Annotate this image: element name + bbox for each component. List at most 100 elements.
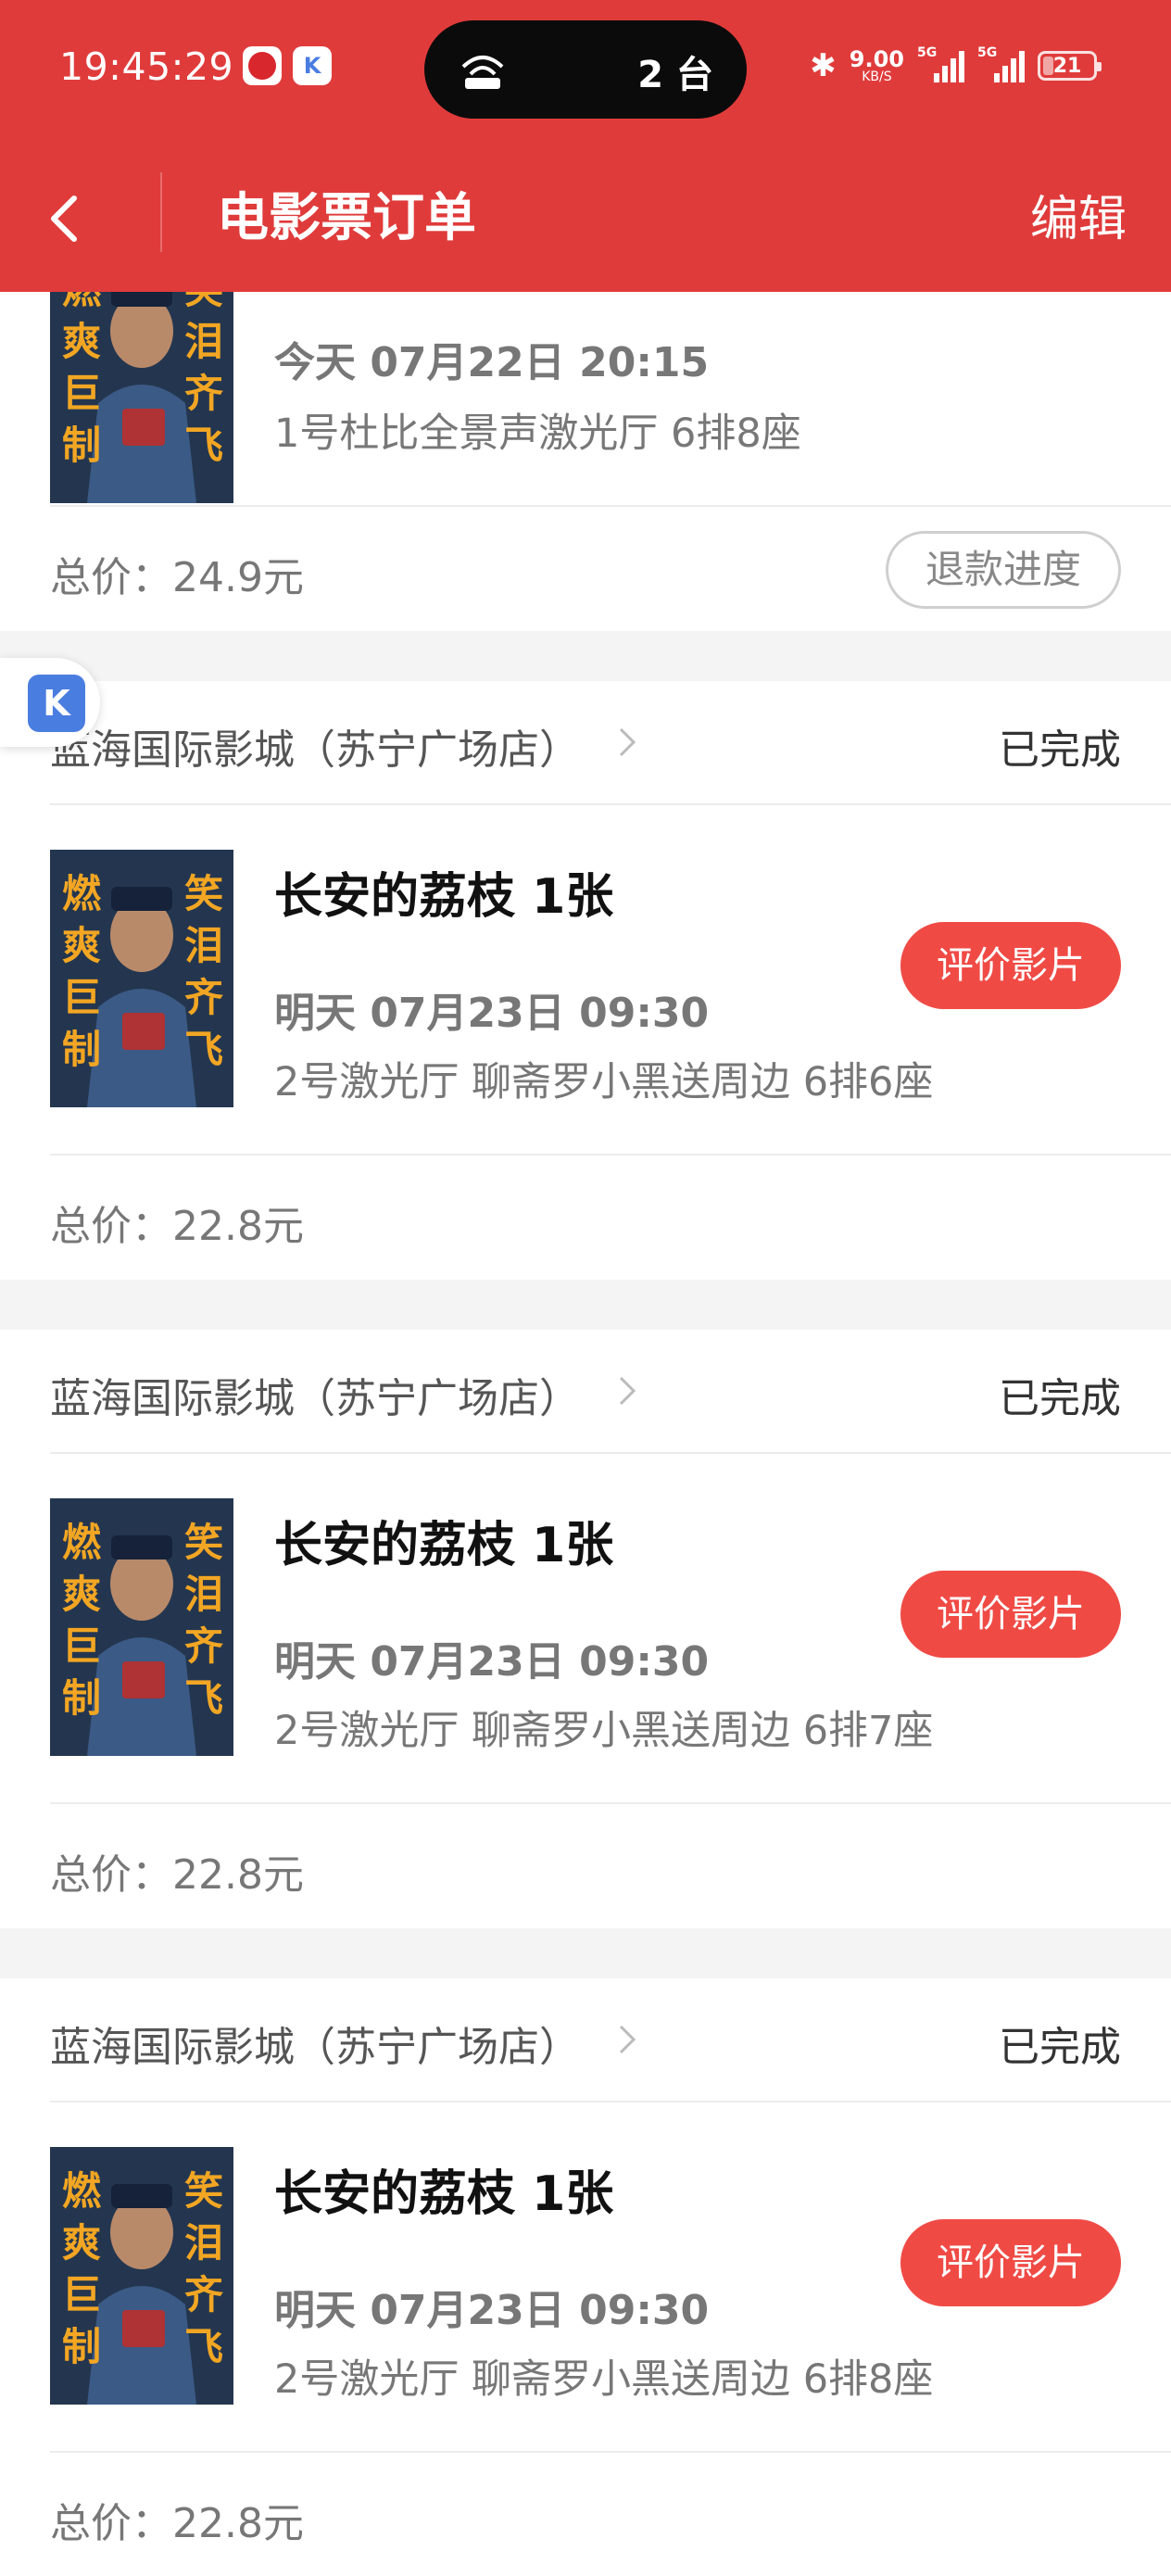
movie-title: 长安的荔枝 1张 — [274, 2166, 614, 2222]
k-app-icon — [293, 46, 332, 85]
poster-slogan-char: 巨 — [62, 975, 101, 1020]
total-row: 总价：22.8元 — [0, 1804, 1171, 1928]
movie-poster: 燃爽巨制 笑泪齐飞 — [50, 292, 233, 503]
status-bar: 19:45:29 2 台 ✱ 9.00 KB/S 5G 5G — [0, 0, 1171, 139]
order-card[interactable]: 燃爽巨制 笑泪齐飞 今天 07月22日 20:15 1号杜比全景声激光厅 6排8座… — [0, 292, 1171, 631]
back-arrow-icon[interactable] — [33, 176, 98, 259]
order-card[interactable]: 蓝海国际影城（苏宁广场店） 已完成 燃爽巨制 笑泪齐飞 长安的荔枝 1张 明天 0… — [0, 1978, 1171, 2576]
order-status: 已完成 — [999, 726, 1121, 774]
poster-slogan-char: 飞 — [184, 423, 223, 468]
poster-slogan-char: 笑 — [184, 2168, 223, 2214]
cinema-row[interactable]: 蓝海国际影城（苏宁广场店） 已完成 — [50, 681, 1171, 805]
movie-poster: 燃爽巨制 笑泪齐飞 — [50, 2147, 233, 2405]
review-movie-button[interactable]: 评价影片 — [900, 922, 1121, 1009]
poster-slogan-char: 燃 — [62, 2168, 102, 2214]
total-price: 总价：22.8元 — [50, 2500, 304, 2547]
movie-row[interactable]: 燃爽巨制 笑泪齐飞 长安的荔枝 1张 明天 07月23日 09:30 2号激光厅 … — [50, 2102, 1171, 2453]
poster-art: 燃爽巨制 笑泪齐飞 — [50, 292, 233, 503]
movie-row[interactable]: 燃爽巨制 笑泪齐飞 长安的荔枝 1张 明天 07月23日 09:30 2号激光厅 … — [50, 805, 1171, 1155]
total-price: 总价：22.8元 — [50, 1851, 304, 1899]
show-time: 今天 07月22日 20:15 — [274, 339, 710, 386]
poster-slogan-char: 泪 — [184, 923, 223, 968]
poster-slogan-char: 制 — [62, 423, 101, 468]
poster-slogan-char: 燃 — [62, 292, 102, 312]
battery-level: 21 — [1052, 54, 1082, 78]
poster-slogan-char: 笑 — [184, 1520, 223, 1565]
nav-bar: 电影票订单 编辑 — [0, 139, 1171, 292]
poster-slogan-char: 巨 — [62, 371, 101, 416]
poster-art: 燃爽巨制 笑泪齐飞 — [50, 850, 233, 1107]
order-status: 已完成 — [999, 2024, 1121, 2071]
review-movie-button[interactable]: 评价影片 — [900, 1571, 1121, 1658]
poster-art: 燃爽巨制 笑泪齐飞 — [50, 1498, 233, 1756]
cinema-name: 蓝海国际影城（苏宁广场店） — [50, 726, 580, 774]
movie-poster: 燃爽巨制 笑泪齐飞 — [50, 850, 233, 1107]
k-app-icon: K — [28, 675, 85, 732]
hall-seat: 1号杜比全景声激光厅 6排8座 — [274, 410, 801, 457]
poster-slogan-char: 泪 — [184, 2220, 223, 2266]
order-card[interactable]: 蓝海国际影城（苏宁广场店） 已完成 燃爽巨制 笑泪齐飞 长安的荔枝 1张 明天 0… — [0, 1330, 1171, 1928]
total-row: 总价：22.8元 — [0, 1155, 1171, 1280]
network-speed-value: 9.00 — [849, 46, 904, 72]
signal-1-tag: 5G — [917, 45, 938, 60]
refund-progress-button[interactable]: 退款进度 — [886, 531, 1121, 609]
show-time: 明天 07月23日 09:30 — [274, 1638, 710, 1686]
movie-poster: 燃爽巨制 笑泪齐飞 — [50, 1498, 233, 1756]
poster-slogan-char: 制 — [62, 2324, 101, 2369]
status-time: 19:45:29 — [59, 44, 234, 89]
cinema-name: 蓝海国际影城（苏宁广场店） — [50, 1375, 580, 1422]
network-speed: 9.00 KB/S — [850, 48, 904, 83]
show-time: 明天 07月23日 09:30 — [274, 990, 710, 1037]
poster-slogan-char: 燃 — [62, 1520, 102, 1565]
poster-slogan-char: 巨 — [62, 2272, 101, 2317]
total-row: 总价：22.8元 — [0, 2453, 1171, 2576]
edit-button[interactable]: 编辑 — [1030, 180, 1127, 249]
nav-divider — [160, 172, 162, 252]
poster-slogan-char: 齐 — [184, 371, 223, 416]
page-title: 电影票订单 — [217, 188, 476, 248]
poster-slogan-char: 飞 — [184, 1027, 223, 1072]
chevron-right-icon — [619, 727, 636, 757]
poster-slogan-char: 爽 — [62, 2220, 101, 2266]
poster-art: 燃爽巨制 笑泪齐飞 — [50, 2147, 233, 2405]
bank-app-icon — [243, 46, 282, 85]
total-price: 总价：24.9元 — [50, 554, 304, 601]
total-row: 总价：24.9元 退款进度 — [0, 507, 1171, 631]
poster-slogan-char: 飞 — [184, 2324, 223, 2369]
section-gap — [0, 1928, 1171, 1978]
poster-slogan-char: 齐 — [184, 975, 223, 1020]
show-time: 明天 07月23日 09:30 — [274, 2287, 710, 2334]
poster-slogan-char: 爽 — [62, 319, 101, 364]
poster-slogan-char: 爽 — [62, 1572, 101, 1617]
order-list[interactable]: 燃爽巨制笑泪齐飞 今天 07月22日 20:15 1号杜比全景声激光厅 6排8座… — [0, 292, 1171, 2576]
signal-2-tag: 5G — [977, 45, 998, 60]
poster-slogan-char: 爽 — [62, 923, 101, 968]
chevron-right-icon — [619, 2025, 636, 2054]
poster-slogan-char: 飞 — [184, 1675, 223, 1721]
island-device-count: 2 台 — [637, 54, 713, 96]
poster-slogan-char: 燃 — [62, 871, 102, 916]
review-movie-button[interactable]: 评价影片 — [900, 2219, 1121, 2306]
movie-title: 长安的荔枝 1张 — [274, 1518, 614, 1573]
hall-seat: 2号激光厅 聊斋罗小黑送周边 6排7座 — [274, 1708, 934, 1754]
header: 19:45:29 2 台 ✱ 9.00 KB/S 5G 5G — [0, 0, 1171, 292]
poster-slogan-char: 制 — [62, 1675, 101, 1721]
hall-seat: 2号激光厅 聊斋罗小黑送周边 6排8座 — [274, 2356, 934, 2403]
total-price: 总价：22.8元 — [50, 1203, 304, 1250]
poster-slogan-char: 泪 — [184, 319, 223, 364]
floating-widget[interactable]: K — [0, 658, 100, 747]
order-card[interactable]: 蓝海国际影城（苏宁广场店） 已完成 燃爽巨制 笑泪齐飞 长安的荔枝 1张 明天 0… — [0, 681, 1171, 1280]
cast-icon — [461, 56, 504, 89]
cinema-row[interactable]: 蓝海国际影城（苏宁广场店） 已完成 — [50, 1330, 1171, 1454]
poster-slogan-char: 制 — [62, 1027, 101, 1072]
hall-seat: 2号激光厅 聊斋罗小黑送周边 6排6座 — [274, 1059, 934, 1105]
cinema-row[interactable]: 蓝海国际影城（苏宁广场店） 已完成 — [50, 1978, 1171, 2102]
section-gap — [0, 1280, 1171, 1330]
signal-5g-icon-2: 5G — [977, 45, 1025, 82]
battery-icon: 21 — [1038, 51, 1102, 81]
poster-slogan-char: 齐 — [184, 1623, 223, 1669]
movie-row[interactable]: 燃爽巨制 笑泪齐飞 长安的荔枝 1张 明天 07月23日 09:30 2号激光厅 … — [50, 1454, 1171, 1804]
poster-slogan-char: 笑 — [184, 292, 223, 312]
dynamic-island[interactable]: 2 台 — [424, 20, 747, 119]
bluetooth-icon: ✱ — [810, 47, 837, 84]
